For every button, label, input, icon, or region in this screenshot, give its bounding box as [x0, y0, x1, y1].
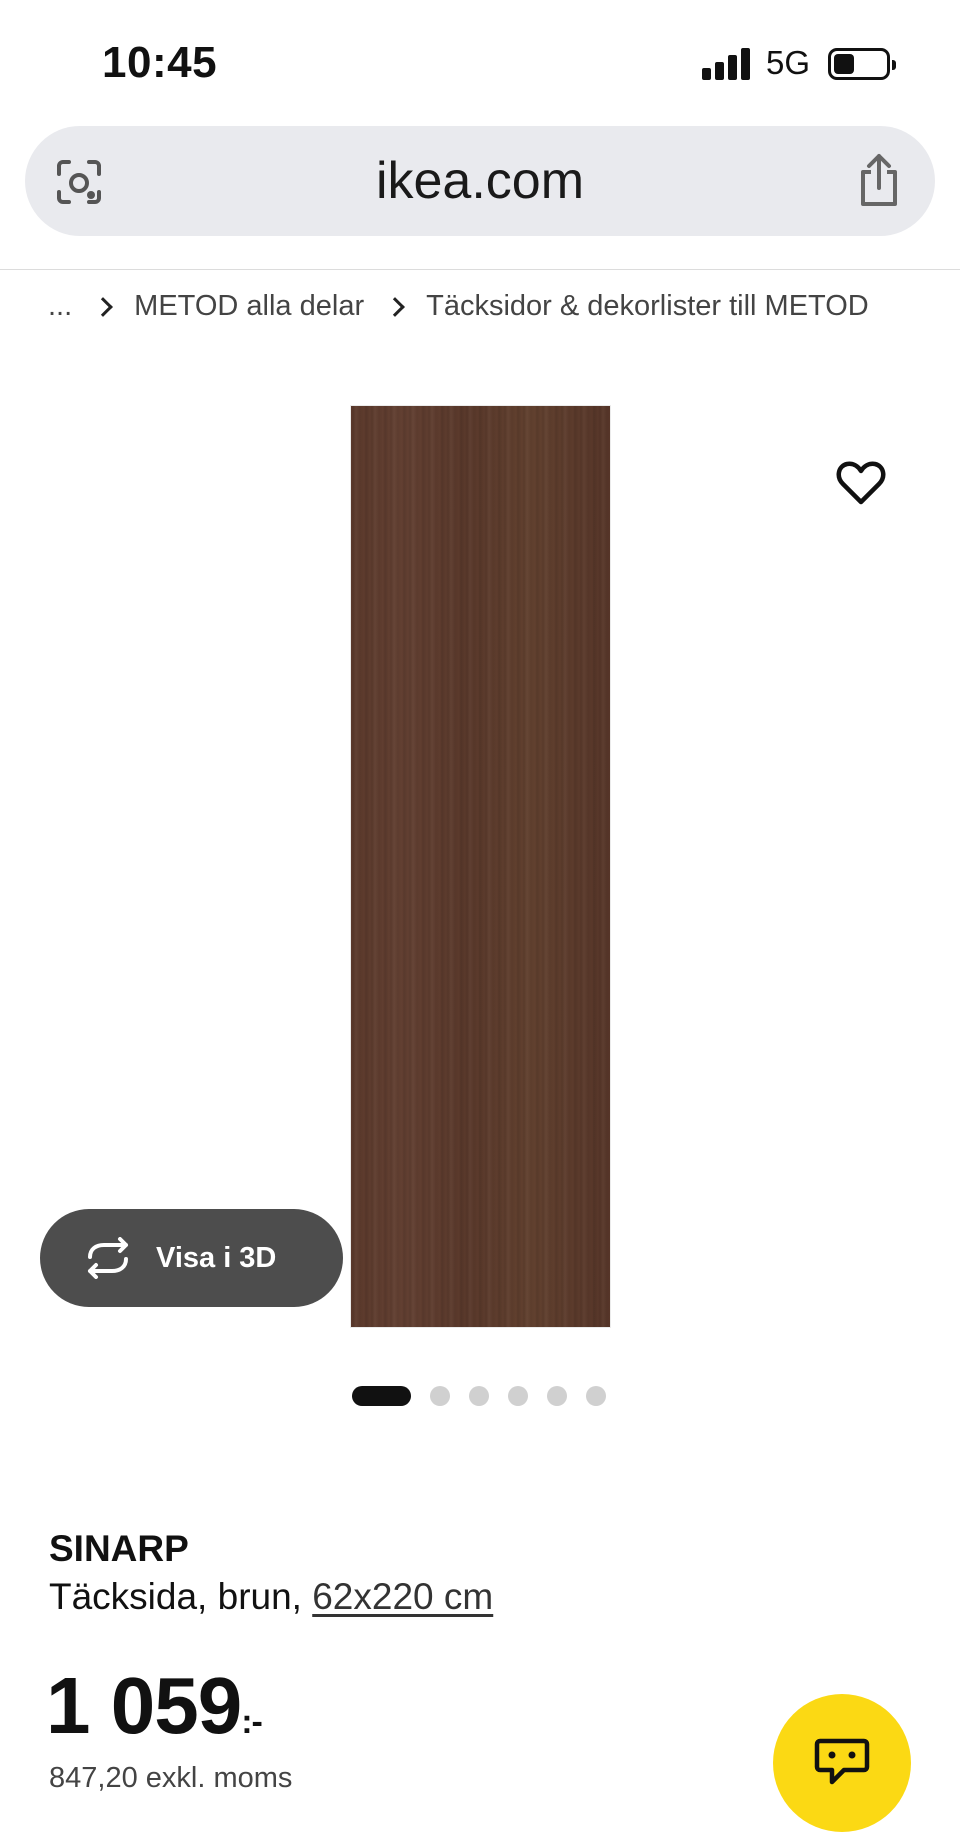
view-3d-label: Visa i 3D: [156, 1242, 277, 1274]
header-divider: [0, 269, 960, 270]
chat-button[interactable]: [773, 1694, 911, 1832]
url-text[interactable]: ikea.com: [25, 126, 935, 236]
breadcrumb-metod-all-parts[interactable]: METOD alla delar: [134, 290, 364, 323]
breadcrumb-ellipsis[interactable]: ...: [48, 290, 72, 323]
chat-icon: [814, 1738, 870, 1785]
chevron-right-icon: [385, 297, 406, 317]
product-price: 1 059:-: [46, 1660, 263, 1752]
carousel-dots: [352, 1386, 625, 1406]
share-icon[interactable]: [855, 152, 903, 208]
breadcrumb: ... METOD alla delar Täcksidor & dekorli…: [48, 284, 948, 328]
clock: 10:45: [102, 38, 218, 87]
price-excl-vat: 847,20 exkl. moms: [49, 1762, 293, 1794]
breadcrumb-cover-panels[interactable]: Täcksidor & dekorlister till METOD: [426, 290, 869, 323]
product-size-link[interactable]: 62x220 cm: [312, 1576, 493, 1617]
price-suffix: :-: [241, 1703, 263, 1741]
battery-icon: [828, 48, 896, 80]
product-type: Täcksida, brun,: [49, 1576, 313, 1617]
product-description: Täcksida, brun, 62x220 cm: [49, 1576, 493, 1618]
signal-icon: [702, 48, 752, 80]
product-name: SINARP: [49, 1528, 189, 1569]
carousel-dot[interactable]: [547, 1386, 567, 1406]
carousel-dot[interactable]: [586, 1386, 606, 1406]
view-3d-button[interactable]: Visa i 3D: [40, 1209, 343, 1307]
address-bar[interactable]: ikea.com: [25, 126, 935, 236]
rotate-icon: [88, 1237, 128, 1279]
carousel-dot-active[interactable]: [352, 1386, 411, 1406]
chevron-right-icon: [93, 297, 114, 317]
product-image[interactable]: [351, 406, 610, 1327]
carousel-dot[interactable]: [508, 1386, 528, 1406]
status-bar: 10:45 5G: [0, 0, 960, 120]
network-type: 5G: [766, 44, 811, 81]
heart-icon[interactable]: [836, 460, 886, 506]
carousel-dot[interactable]: [469, 1386, 489, 1406]
ikea-product-page: 10:45 5G ikea.com ... METOD alla delar T…: [0, 0, 960, 1835]
carousel-dot[interactable]: [430, 1386, 450, 1406]
battery-level: [834, 54, 854, 74]
price-value: 1 059: [46, 1661, 242, 1750]
